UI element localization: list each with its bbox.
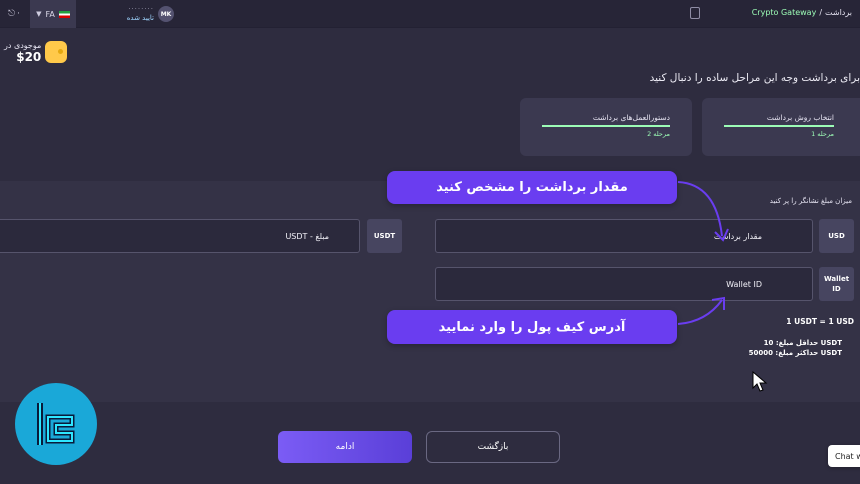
form-instruction: میزان مبلغ نشانگر را پر کنید: [769, 197, 852, 205]
max-amount: حداکثر مبلغ: 50000 USDT: [748, 349, 842, 357]
avatar: MK: [158, 6, 174, 22]
breadcrumb: Crypto Gateway / برداشت: [752, 8, 852, 17]
exchange-rate: 1 USDT = 1 USD: [786, 317, 854, 326]
logout-icon[interactable]: ⎋: [8, 9, 15, 19]
callout-arrows: [677, 181, 729, 325]
usd-tag: USD: [819, 219, 854, 253]
step-subtitle-1: مرحله 1: [811, 130, 834, 138]
continue-button[interactable]: ادامه: [278, 431, 412, 463]
brand-logo: [15, 383, 97, 465]
verified-status: تایید شده: [126, 14, 154, 22]
mouse-cursor-icon: [752, 371, 768, 392]
usdt-tag: USDT: [367, 219, 402, 253]
page-heading: برای برداشت وجه این مراحل ساده را دنبال …: [649, 72, 860, 84]
balance-amount: $20: [16, 49, 42, 64]
amount-input[interactable]: مقدار برداشت: [435, 219, 813, 253]
wallet-id-input[interactable]: Wallet ID: [435, 267, 813, 301]
breadcrumb-section[interactable]: برداشت: [825, 8, 852, 17]
arrow-to-amount: [677, 181, 723, 237]
arrow-to-wallet: [677, 299, 723, 325]
callout-wallet: آدرس کیف پول را وارد نمایید: [387, 310, 677, 344]
breadcrumb-separator: /: [819, 8, 823, 17]
step-progress-1: [724, 125, 834, 127]
step-title-2: دستورالعمل‌های برداشت: [592, 113, 670, 122]
wallet-id-tag: Wallet ID: [819, 267, 854, 301]
step-card-2[interactable]: دستورالعمل‌های برداشت مرحله 2: [520, 98, 692, 156]
iran-flag-icon: [58, 10, 70, 18]
wallet-icon: [45, 41, 68, 63]
language-code: FA: [45, 9, 55, 19]
wallet-tag-line2: ID: [832, 285, 841, 293]
chevron-down-icon: ▼: [36, 10, 42, 18]
breadcrumb-active[interactable]: Crypto Gateway: [752, 8, 817, 17]
user-profile[interactable]: ········ تایید شده MK: [96, 4, 174, 24]
min-amount: حداقل مبلغ: 10 USDT: [763, 339, 842, 347]
callout-amount: مقدار برداشت را مشخص کنید: [387, 171, 677, 204]
usdt-amount-input[interactable]: USDT - مبلغ: [0, 219, 360, 253]
notification-icon[interactable]: ·: [17, 9, 20, 19]
step-progress-2: [542, 125, 670, 127]
username-masked: ········: [128, 5, 154, 13]
top-left-icons[interactable]: ⎋ ·: [0, 0, 28, 28]
brand-logo-mark: [37, 403, 75, 445]
step-title-1: انتخاب روش برداشت: [766, 113, 834, 122]
document-icon: [690, 7, 700, 19]
balance-label: موجودی در: [4, 40, 42, 50]
amount-limits: حداقل مبلغ: 10 USDT حداکثر مبلغ: 50000 U…: [749, 338, 842, 358]
wallet-tag-line1: Wallet: [823, 275, 850, 283]
chat-button[interactable]: Chat w: [828, 445, 860, 467]
back-button[interactable]: بازگشت: [426, 431, 560, 463]
language-selector[interactable]: ▼ FA: [30, 0, 76, 28]
step-card-1[interactable]: انتخاب روش برداشت مرحله 1: [702, 98, 860, 156]
balance-widget[interactable]: موجودی در $20: [4, 36, 70, 68]
step-subtitle-2: مرحله 2: [647, 130, 670, 138]
